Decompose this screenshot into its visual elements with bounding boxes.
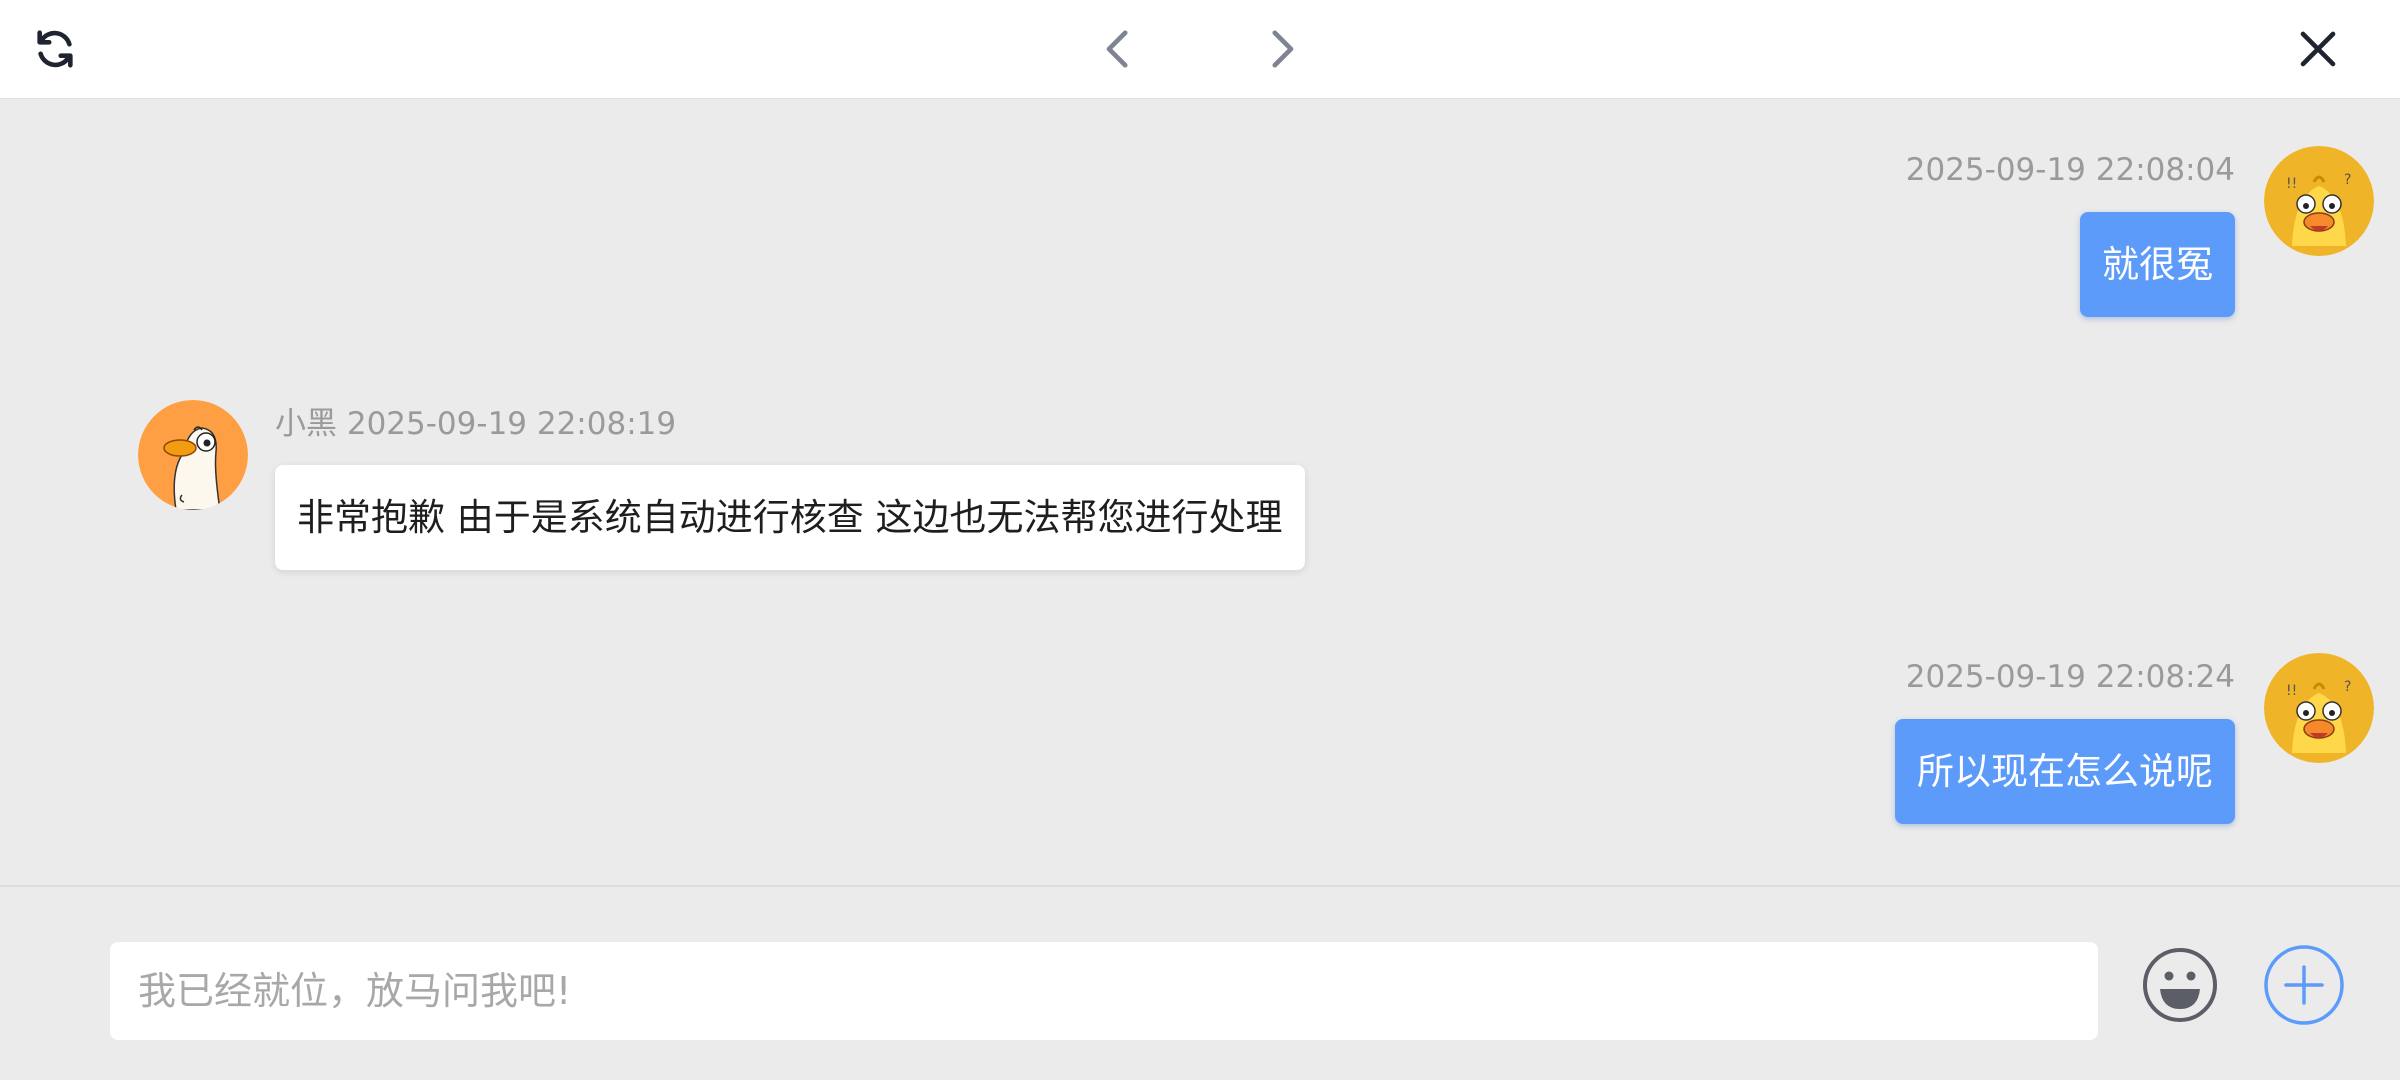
user-avatar[interactable]: !! ? <box>2264 653 2374 763</box>
svg-text:!!: !! <box>2286 683 2297 699</box>
top-bar <box>0 0 2400 99</box>
message-bubble[interactable]: 就很冤 <box>2080 212 2235 317</box>
add-attachment-button[interactable] <box>2262 943 2346 1027</box>
chevron-left-icon <box>1106 30 1128 68</box>
chevron-right-icon <box>1272 30 1294 68</box>
message-sender-timestamp: 小黑 2025-09-19 22:08:19 <box>275 406 677 442</box>
close-icon <box>2300 31 2336 67</box>
agent-avatar[interactable] <box>138 400 248 510</box>
svg-text:!!: !! <box>2286 176 2297 192</box>
user-avatar[interactable]: !! ? <box>2264 146 2374 256</box>
forward-button[interactable] <box>1254 20 1310 78</box>
emoji-button[interactable] <box>2140 945 2220 1025</box>
plus-icon <box>2264 945 2344 1025</box>
emoji-icon <box>2143 948 2217 1022</box>
message-text: 非常抱歉 由于是系统自动进行核查 这边也无法帮您进行处理 <box>297 495 1283 539</box>
message-input[interactable] <box>110 942 2098 1040</box>
duck-avatar-icon: !! ? <box>2264 146 2374 256</box>
goose-avatar-icon <box>138 400 248 510</box>
refresh-icon <box>37 30 73 68</box>
message-bubble[interactable]: 非常抱歉 由于是系统自动进行核查 这边也无法帮您进行处理 <box>275 465 1305 570</box>
duck-avatar-icon: !! ? <box>2264 653 2374 763</box>
svg-text:?: ? <box>2344 172 2351 188</box>
message-text: 所以现在怎么说呢 <box>1917 749 2213 793</box>
message-timestamp: 2025-09-19 22:08:24 <box>1905 659 2235 695</box>
back-button[interactable] <box>1090 20 1146 78</box>
message-bubble[interactable]: 所以现在怎么说呢 <box>1895 719 2235 824</box>
message-text: 就很冤 <box>2102 242 2213 286</box>
refresh-button[interactable] <box>26 20 84 78</box>
composer-divider <box>0 885 2400 887</box>
svg-text:?: ? <box>2344 679 2351 695</box>
close-button[interactable] <box>2290 20 2346 78</box>
message-timestamp: 2025-09-19 22:08:04 <box>1905 152 2235 188</box>
